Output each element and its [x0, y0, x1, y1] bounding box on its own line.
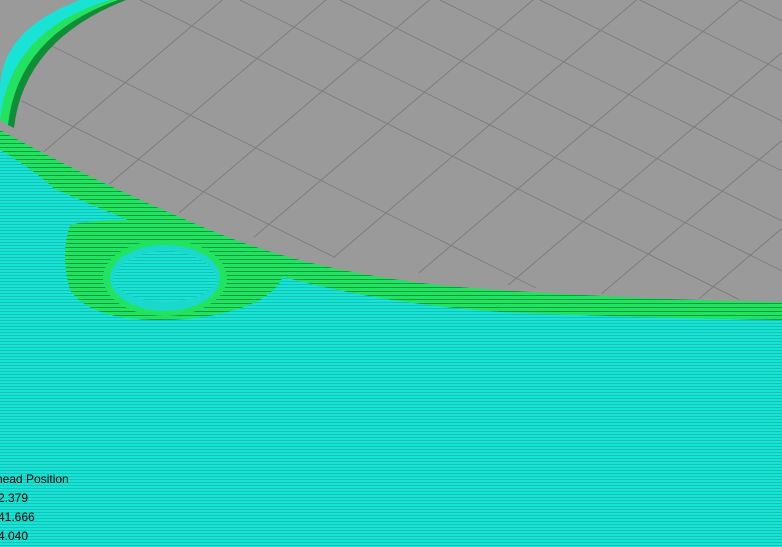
readout-y-value: 41.666	[0, 510, 35, 524]
head-position-readout: head Position 2.379 41.666 4.040	[0, 470, 90, 546]
3d-print-preview-viewport[interactable]: head Position 2.379 41.666 4.040	[0, 0, 782, 547]
readout-title: head Position	[0, 472, 69, 486]
readout-x-value: 2.379	[0, 491, 29, 505]
readout-z-value: 4.040	[0, 529, 29, 543]
toolpath-scene[interactable]	[0, 0, 782, 547]
